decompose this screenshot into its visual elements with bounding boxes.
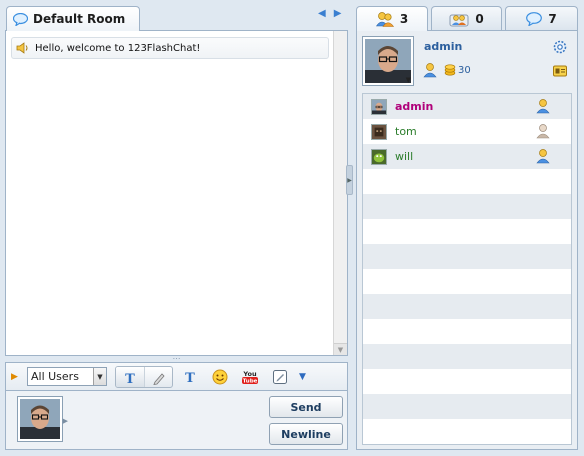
svg-text:You: You [242, 370, 257, 378]
my-profile-card: ▼ admin 30 [362, 36, 572, 88]
message-text: Hello, welcome to 123FlashChat! [35, 42, 201, 54]
text-mode-button[interactable]: T [116, 366, 144, 387]
newline-button[interactable]: Newline [269, 423, 343, 445]
message-row: Hello, welcome to 123FlashChat! [11, 37, 329, 59]
coins-count: 30 [458, 64, 471, 76]
users-panel: ▼ admin 30 admin tom will [356, 30, 578, 450]
emoticon-button[interactable] [207, 366, 233, 388]
status-available-icon [536, 149, 550, 164]
user-filter-select[interactable]: All Users ▼ [27, 367, 107, 386]
room-tab-label: Default Room [33, 12, 126, 26]
more-tools-icon[interactable]: ▼ [299, 372, 306, 382]
text-mode-group: T [115, 365, 173, 388]
avatar-caret-icon: ▶ [62, 417, 68, 425]
will-avatar [371, 148, 387, 165]
font-icon: T [185, 371, 195, 384]
user-row-tom[interactable]: tom [363, 119, 571, 144]
rooms-icon [449, 11, 469, 27]
youtube-icon: YouTube [242, 370, 258, 384]
draw-mode-button[interactable] [144, 366, 172, 387]
rooms-count: 0 [475, 11, 484, 26]
empty-row [363, 219, 571, 244]
tab-scroll-right-icon[interactable]: ▶ [334, 8, 342, 22]
tab-chats[interactable]: 7 [505, 6, 578, 30]
send-button[interactable]: Send [269, 396, 343, 418]
profile-name: admin [424, 40, 463, 53]
svg-text:T: T [185, 371, 195, 384]
speaker-icon [16, 42, 30, 54]
user-filter-value: All Users [31, 370, 79, 383]
empty-row [363, 194, 571, 219]
empty-row [363, 169, 571, 194]
svg-text:T: T [125, 372, 135, 385]
scroll-down-icon[interactable]: ▼ [334, 343, 347, 355]
tab-users[interactable]: 3 [356, 6, 428, 31]
message-input-area[interactable]: ▶ Send Newline [5, 390, 348, 450]
status-available-icon [536, 99, 550, 114]
chat-bubble-icon [526, 11, 543, 26]
user-row-will[interactable]: will [363, 144, 571, 169]
empty-row [363, 269, 571, 294]
emoticon-icon [212, 369, 228, 384]
whiteboard-button[interactable] [267, 366, 293, 388]
text-style-icon: T [125, 372, 135, 385]
empty-row [363, 344, 571, 369]
coins-icon [444, 64, 456, 76]
online-users-list[interactable]: admin tom will [362, 93, 572, 445]
expand-arrow-icon[interactable]: ▶ [11, 372, 23, 382]
empty-row [363, 244, 571, 269]
pen-icon [152, 372, 165, 385]
youtube-button[interactable]: You Tube [237, 366, 263, 388]
user-name: will [395, 150, 414, 163]
chevron-down-icon: ▼ [93, 368, 106, 385]
my-avatar[interactable]: ▶ [17, 396, 68, 442]
tab-scroll-left-icon[interactable]: ◀ [318, 8, 326, 22]
settings-gear-icon[interactable] [552, 39, 568, 58]
empty-row [363, 394, 571, 419]
profile-card-icon[interactable] [552, 64, 568, 81]
profile-avatar[interactable]: ▼ [362, 36, 414, 86]
room-tab-nav: ◀ ▶ [318, 8, 348, 22]
empty-row [363, 419, 571, 444]
user-row-admin[interactable]: admin [363, 94, 571, 119]
message-toolbar: ▶ All Users ▼ T T You Tube ▼ [5, 362, 348, 390]
admin-avatar [371, 98, 387, 115]
font-button[interactable]: T [177, 366, 203, 388]
user-name: admin [395, 100, 434, 113]
profile-avatar-caret-icon: ▼ [405, 76, 411, 84]
status-available-icon[interactable] [422, 62, 438, 81]
users-icon [375, 11, 394, 27]
user-name: tom [395, 125, 417, 138]
chat-message-area[interactable]: Hello, welcome to 123FlashChat! ▼ [5, 30, 348, 356]
tom-avatar [371, 123, 387, 140]
tab-rooms[interactable]: 0 [431, 6, 502, 30]
users-count: 3 [399, 12, 409, 26]
chats-count: 7 [548, 11, 557, 26]
empty-row [363, 319, 571, 344]
empty-row [363, 294, 571, 319]
chat-scrollbar[interactable]: ▼ [333, 31, 347, 355]
svg-text:Tube: Tube [243, 378, 258, 384]
whiteboard-icon [273, 369, 287, 384]
vertical-splitter-handle[interactable]: ▶ [346, 165, 353, 195]
status-away-icon [536, 124, 550, 139]
coins-balance: 30 [444, 64, 471, 76]
tab-default-room[interactable]: Default Room [6, 6, 140, 31]
empty-row [363, 369, 571, 394]
chat-bubble-icon [13, 12, 28, 26]
